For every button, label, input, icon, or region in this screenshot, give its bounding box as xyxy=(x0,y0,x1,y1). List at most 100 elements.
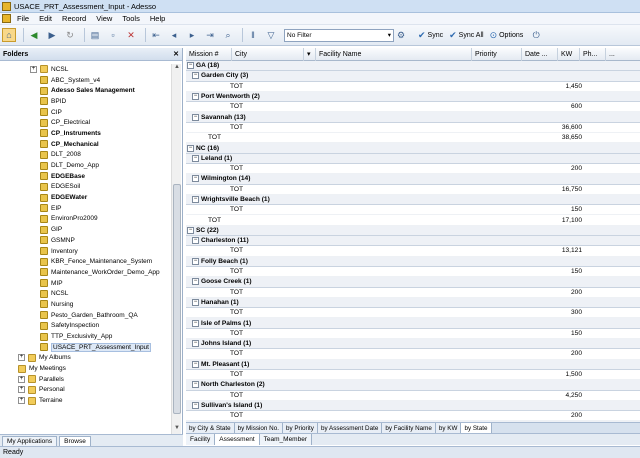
folder-item[interactable]: CP_Electrical xyxy=(0,117,170,128)
collapse-icon[interactable]: − xyxy=(192,113,199,121)
tab-browse[interactable]: Browse xyxy=(59,436,91,446)
sync-button[interactable]: ✔ Sync xyxy=(418,30,443,41)
collapse-icon[interactable]: − xyxy=(187,226,194,234)
filter-icon[interactable]: ▽ xyxy=(264,28,278,42)
column-view-icon[interactable]: ‖ xyxy=(246,28,260,42)
column-more[interactable]: ... xyxy=(606,48,640,61)
form-tab[interactable]: Facility xyxy=(186,434,216,445)
close-icon[interactable]: ✕ xyxy=(173,50,179,58)
folder-item[interactable]: CP_Mechanical xyxy=(0,139,170,150)
collapse-icon[interactable]: − xyxy=(192,72,199,80)
city-group-row[interactable]: − Goose Creek (1) xyxy=(186,277,640,288)
folder-item[interactable]: + My Albums xyxy=(0,353,170,364)
folder-item[interactable]: CP_Instruments xyxy=(0,128,170,139)
city-group-row[interactable]: − Mt. Pleasant (1) xyxy=(186,359,640,370)
forward-icon[interactable]: ▶ xyxy=(45,28,59,42)
folders-toggle-icon[interactable]: ⌂ xyxy=(2,28,16,42)
city-group-row[interactable]: − Charleston (11) xyxy=(186,236,640,247)
city-group-row[interactable]: − Garden City (3) xyxy=(186,71,640,82)
folder-item[interactable]: Pesto_Garden_Bathroom_QA xyxy=(0,310,170,321)
collapse-icon[interactable]: − xyxy=(192,257,199,265)
folder-item[interactable]: MIP xyxy=(0,278,170,289)
collapse-icon[interactable]: − xyxy=(192,278,199,286)
new-record-icon[interactable]: ▫ xyxy=(106,28,120,42)
total-row[interactable]: TOT 150 xyxy=(186,267,640,278)
refresh-icon[interactable]: ↻ xyxy=(63,28,77,42)
folder-item[interactable]: Maintenance_WorkOrder_Demo_App xyxy=(0,267,170,278)
folders-scrollbar[interactable]: ▲ ▼ xyxy=(171,64,181,434)
folder-item[interactable]: EnvironPro2009 xyxy=(0,214,170,225)
total-row[interactable]: TOT 38,650 xyxy=(186,133,640,144)
city-group-row[interactable]: − Johns Island (1) xyxy=(186,339,640,350)
folder-item[interactable]: EDGESoil xyxy=(0,182,170,193)
back-icon[interactable]: ◀ xyxy=(27,28,41,42)
collapse-icon[interactable]: − xyxy=(192,340,199,348)
total-row[interactable]: TOT 36,600 xyxy=(186,123,640,134)
folder-item[interactable]: CIP xyxy=(0,107,170,118)
city-group-row[interactable]: − Leland (1) xyxy=(186,153,640,164)
folder-item[interactable]: Adesso Sales Management xyxy=(0,85,170,96)
scroll-down-icon[interactable]: ▼ xyxy=(172,425,182,434)
collapse-icon[interactable]: − xyxy=(187,62,194,70)
city-group-row[interactable]: − Folly Beach (1) xyxy=(186,256,640,267)
expand-icon[interactable]: + xyxy=(30,65,37,73)
menu-tools[interactable]: Tools xyxy=(122,14,140,23)
scroll-up-icon[interactable]: ▲ xyxy=(172,64,182,73)
folder-item[interactable]: + Parallels xyxy=(0,374,170,385)
expand-icon[interactable]: + xyxy=(18,386,25,394)
folder-item[interactable]: + NCSL xyxy=(0,64,170,75)
form-tab[interactable]: Assessment xyxy=(215,434,260,445)
folder-item[interactable]: BPID xyxy=(0,96,170,107)
folder-item[interactable]: Inventory xyxy=(0,246,170,257)
total-row[interactable]: TOT 17,100 xyxy=(186,215,640,226)
menu-edit[interactable]: Edit xyxy=(39,14,52,23)
menu-help[interactable]: Help xyxy=(150,14,165,23)
city-group-row[interactable]: − Savannah (13) xyxy=(186,112,640,123)
folder-item[interactable]: TTP_Exclusivity_App xyxy=(0,331,170,342)
total-row[interactable]: TOT 600 xyxy=(186,102,640,113)
folder-item[interactable]: DLT_Demo_App xyxy=(0,160,170,171)
collapse-icon[interactable]: − xyxy=(192,175,199,183)
city-group-row[interactable]: − North Charleston (2) xyxy=(186,380,640,391)
total-row[interactable]: TOT 200 xyxy=(186,411,640,422)
city-group-row[interactable]: − Sullivan's Island (1) xyxy=(186,400,640,412)
column-phase[interactable]: Ph... xyxy=(580,48,606,61)
expand-icon[interactable]: + xyxy=(18,397,25,405)
search-icon[interactable]: ⌕ xyxy=(221,28,235,42)
power-icon[interactable]: ⏻ xyxy=(529,28,543,42)
total-row[interactable]: TOT 200 xyxy=(186,288,640,298)
filter-select[interactable]: No Filter ▾ xyxy=(284,28,394,42)
total-row[interactable]: TOT 13,121 xyxy=(186,246,640,257)
folder-item[interactable]: DLT_2008 xyxy=(0,150,170,161)
folder-item[interactable]: USACE_PRT_Assessment_Input xyxy=(0,342,170,353)
last-record-icon[interactable]: ⇥ xyxy=(203,28,217,42)
collapse-icon[interactable]: − xyxy=(192,401,199,409)
view-tab[interactable]: by State xyxy=(461,423,492,433)
column-city-dropdown[interactable]: ▾ xyxy=(304,48,316,61)
folder-item[interactable]: EDGEBase xyxy=(0,171,170,182)
print-icon[interactable]: ▤ xyxy=(88,28,102,42)
folder-item[interactable]: GIP xyxy=(0,224,170,235)
state-group-row[interactable]: − SC (22) xyxy=(186,225,640,237)
total-row[interactable]: TOT 1,500 xyxy=(186,370,640,381)
total-row[interactable]: TOT 4,250 xyxy=(186,391,640,401)
menu-record[interactable]: Record xyxy=(62,14,86,23)
scrollbar-thumb[interactable] xyxy=(173,184,181,414)
folder-item[interactable]: + Terraine xyxy=(0,395,170,406)
view-tab[interactable]: by Priority xyxy=(282,423,318,433)
delete-icon[interactable]: ✕ xyxy=(124,28,138,42)
collapse-icon[interactable]: − xyxy=(187,144,194,152)
total-row[interactable]: TOT 1,450 xyxy=(186,82,640,92)
folder-item[interactable]: Nursing xyxy=(0,299,170,310)
form-tab[interactable]: Team_Member xyxy=(259,434,312,445)
collapse-icon[interactable]: − xyxy=(192,381,199,389)
collapse-icon[interactable]: − xyxy=(192,319,199,327)
column-mission[interactable]: Mission # xyxy=(186,48,232,61)
total-row[interactable]: TOT 200 xyxy=(186,164,640,175)
filter-edit-icon[interactable]: ⚙ xyxy=(394,28,408,42)
folder-item[interactable]: SafetyInspection xyxy=(0,321,170,332)
column-kw[interactable]: KW xyxy=(558,48,580,61)
view-tab[interactable]: by Assessment Date xyxy=(317,423,383,433)
folder-item[interactable]: KBR_Fence_Maintenance_System xyxy=(0,256,170,267)
collapse-icon[interactable]: − xyxy=(192,154,199,162)
